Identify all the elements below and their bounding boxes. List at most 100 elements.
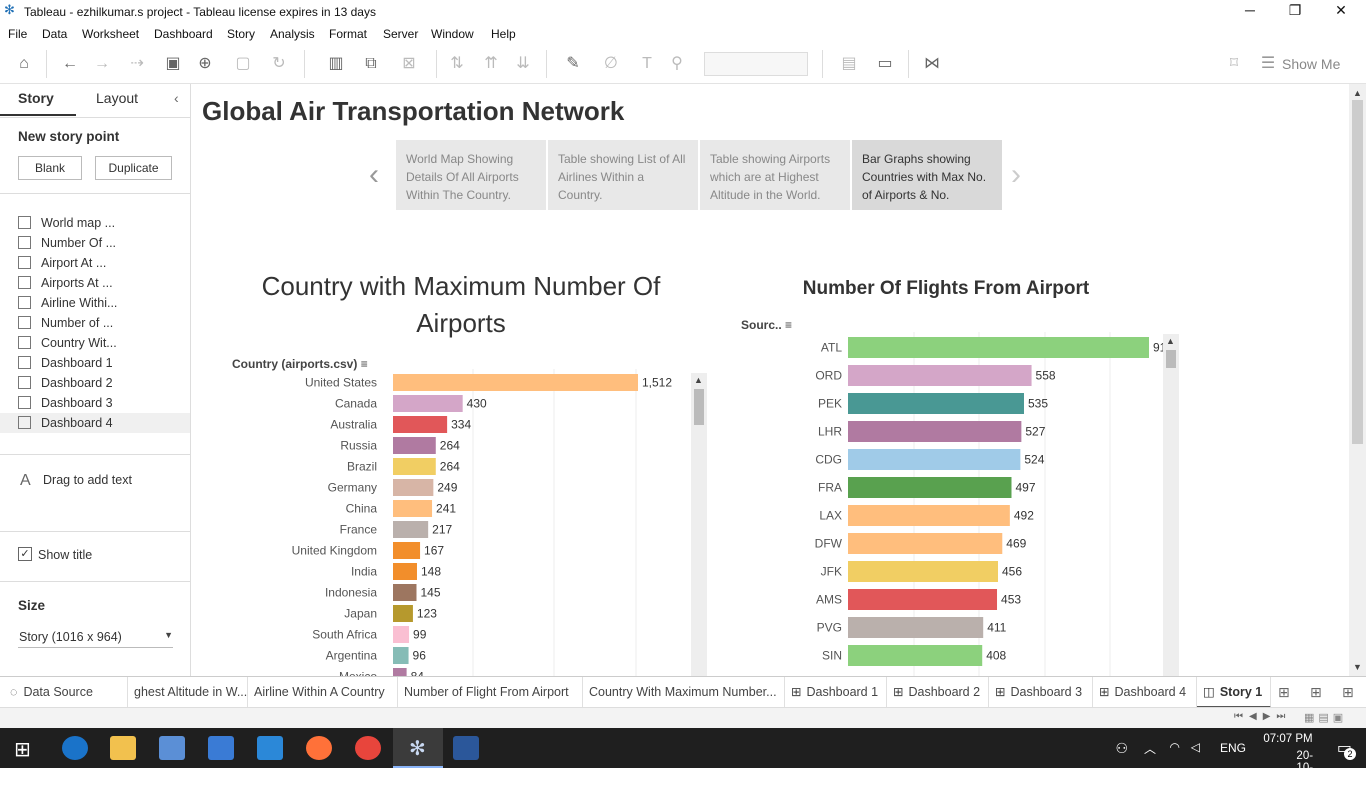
maximize-button[interactable]: ❐ xyxy=(1280,2,1310,20)
new-datasource-icon[interactable]: ⊕ xyxy=(194,52,216,76)
tab-sheet[interactable]: Number of Flight From Airport xyxy=(398,677,583,708)
duplicate-icon[interactable]: ⧉ xyxy=(360,52,382,76)
group-icon[interactable]: ∅ xyxy=(596,52,626,76)
sheet-item[interactable]: World map ... xyxy=(18,213,190,233)
dashboard-item[interactable]: Dashboard 3 xyxy=(18,393,190,413)
tableau-taskbar-item[interactable]: ✻ xyxy=(393,728,443,768)
paint-icon[interactable]: ⌑ xyxy=(1222,52,1246,76)
sheet-item[interactable]: Airline Withi... xyxy=(18,293,190,313)
menu-dashboard[interactable]: Dashboard xyxy=(154,27,213,41)
clock-date[interactable]: 20-10-2023 xyxy=(1296,750,1322,786)
bar[interactable] xyxy=(393,647,409,664)
tab-dashboard[interactable]: ⊞ Dashboard 1 xyxy=(785,677,887,708)
bar[interactable] xyxy=(393,605,413,622)
chevron-up-icon[interactable]: ︿ xyxy=(1144,740,1156,757)
sheet-item[interactable]: Number of ... xyxy=(18,313,190,333)
bar[interactable] xyxy=(393,374,638,391)
photos-icon[interactable] xyxy=(159,736,185,760)
pin-icon[interactable]: ⚲ xyxy=(666,52,688,76)
swap-icon[interactable]: ⇅ xyxy=(446,52,468,76)
sort-descending-icon[interactable]: ⇊ xyxy=(512,52,534,76)
scroll-thumb[interactable] xyxy=(1166,350,1176,368)
menu-data[interactable]: Data xyxy=(42,27,67,41)
language-indicator[interactable]: ENG xyxy=(1220,741,1246,755)
scroll-up-icon[interactable]: ▲ xyxy=(1166,336,1175,346)
tab-sheet[interactable]: Airline Within A Country xyxy=(248,677,398,708)
new-worksheet-icon[interactable]: ▥ xyxy=(318,52,354,76)
minimize-button[interactable]: ─ xyxy=(1235,2,1265,20)
sheet-item[interactable]: Number Of ... xyxy=(18,233,190,253)
bar[interactable] xyxy=(393,395,463,412)
bar[interactable] xyxy=(848,393,1024,414)
bar[interactable] xyxy=(848,505,1010,526)
fit-dropdown[interactable] xyxy=(704,52,808,76)
show-cards-icon[interactable]: ▤ xyxy=(832,52,866,76)
bar[interactable] xyxy=(848,645,983,666)
chart2-scrollbar[interactable]: ▲ xyxy=(1163,334,1179,676)
bar[interactable] xyxy=(393,521,429,538)
story-point-4[interactable]: Bar Graphs showing Countries with Max No… xyxy=(852,140,1002,210)
next-story-point-arrow[interactable]: › xyxy=(1011,158,1021,192)
dashboard-item[interactable]: Dashboard 2 xyxy=(18,373,190,393)
clear-icon[interactable]: ⊠ xyxy=(392,52,426,76)
menu-worksheet[interactable]: Worksheet xyxy=(82,27,139,41)
blank-button[interactable]: Blank xyxy=(18,156,82,180)
undo-icon[interactable]: ← xyxy=(58,52,82,76)
bar[interactable] xyxy=(393,458,436,475)
redo-icon[interactable]: → xyxy=(90,52,114,76)
windows-start-icon[interactable]: ⊞ xyxy=(14,737,31,762)
pause-updates-icon[interactable]: ▢ xyxy=(226,52,260,76)
people-icon[interactable]: ⚇ xyxy=(1115,740,1128,757)
new-worksheet-tab-icon[interactable]: ⊞ xyxy=(1278,684,1290,701)
sheet-nav-arrows[interactable]: ⏮◀▶⏭ xyxy=(1234,711,1291,722)
tab-sheet[interactable]: ghest Altitude in W... xyxy=(128,677,248,708)
sheet-item[interactable]: Country Wit... xyxy=(18,333,190,353)
bar[interactable] xyxy=(393,563,417,580)
menu-server[interactable]: Server xyxy=(383,27,418,41)
volume-icon[interactable]: ◁ xyxy=(1191,740,1200,754)
menu-story[interactable]: Story xyxy=(227,27,255,41)
menu-window[interactable]: Window xyxy=(431,27,474,41)
clock-time[interactable]: 07:07 PM xyxy=(1258,733,1318,745)
save-icon[interactable]: ▣ xyxy=(162,52,184,76)
size-dropdown[interactable]: Story (1016 x 964) ▼ xyxy=(18,626,173,648)
replay-icon[interactable]: ⇢ xyxy=(120,52,154,76)
bar[interactable] xyxy=(393,479,434,496)
show-me-button[interactable]: Show Me xyxy=(1282,56,1340,72)
edge-icon[interactable] xyxy=(62,736,88,760)
home-icon[interactable]: ⌂ xyxy=(12,52,36,76)
presentation-icon[interactable]: ▭ xyxy=(874,52,896,76)
bar[interactable] xyxy=(848,421,1022,442)
bar[interactable] xyxy=(393,500,433,517)
bar[interactable] xyxy=(848,617,984,638)
store-icon[interactable] xyxy=(208,736,234,760)
menu-help[interactable]: Help xyxy=(491,27,516,41)
collapse-pane-icon[interactable]: ‹ xyxy=(174,90,179,106)
firefox-icon[interactable] xyxy=(306,736,332,760)
menu-analysis[interactable]: Analysis xyxy=(270,27,315,41)
scroll-thumb[interactable] xyxy=(1352,100,1363,444)
bar[interactable] xyxy=(848,365,1032,386)
scroll-thumb[interactable] xyxy=(694,389,704,425)
bar[interactable] xyxy=(393,584,417,601)
sort-ascending-icon[interactable]: ⇈ xyxy=(480,52,502,76)
chart2-field-header[interactable]: Sourc.. ≡ xyxy=(741,318,792,332)
tab-dashboard[interactable]: ⊞ Dashboard 4 xyxy=(1093,677,1197,708)
bar[interactable] xyxy=(393,437,436,454)
bar[interactable] xyxy=(393,416,448,433)
duplicate-button[interactable]: Duplicate xyxy=(95,156,172,180)
story-point-3[interactable]: Table showing Airports which are at High… xyxy=(700,140,850,210)
main-vertical-scrollbar[interactable]: ▲ ▼ xyxy=(1349,84,1366,676)
bar[interactable] xyxy=(848,533,1003,554)
drag-text-label[interactable]: Drag to add text xyxy=(43,473,132,487)
new-dashboard-tab-icon[interactable]: ⊞ xyxy=(1310,684,1322,701)
view-mode-icons[interactable]: ▦▤▣ xyxy=(1304,711,1347,724)
bar[interactable] xyxy=(393,542,421,559)
bar[interactable] xyxy=(848,337,1149,358)
close-button[interactable]: ✕ xyxy=(1326,2,1356,20)
sort-icon[interactable]: ≡ xyxy=(785,318,792,332)
menu-file[interactable]: File xyxy=(8,27,27,41)
dashboard-item[interactable]: Dashboard 1 xyxy=(18,353,190,373)
bar[interactable] xyxy=(848,561,999,582)
wifi-icon[interactable]: ◠ xyxy=(1170,740,1180,754)
